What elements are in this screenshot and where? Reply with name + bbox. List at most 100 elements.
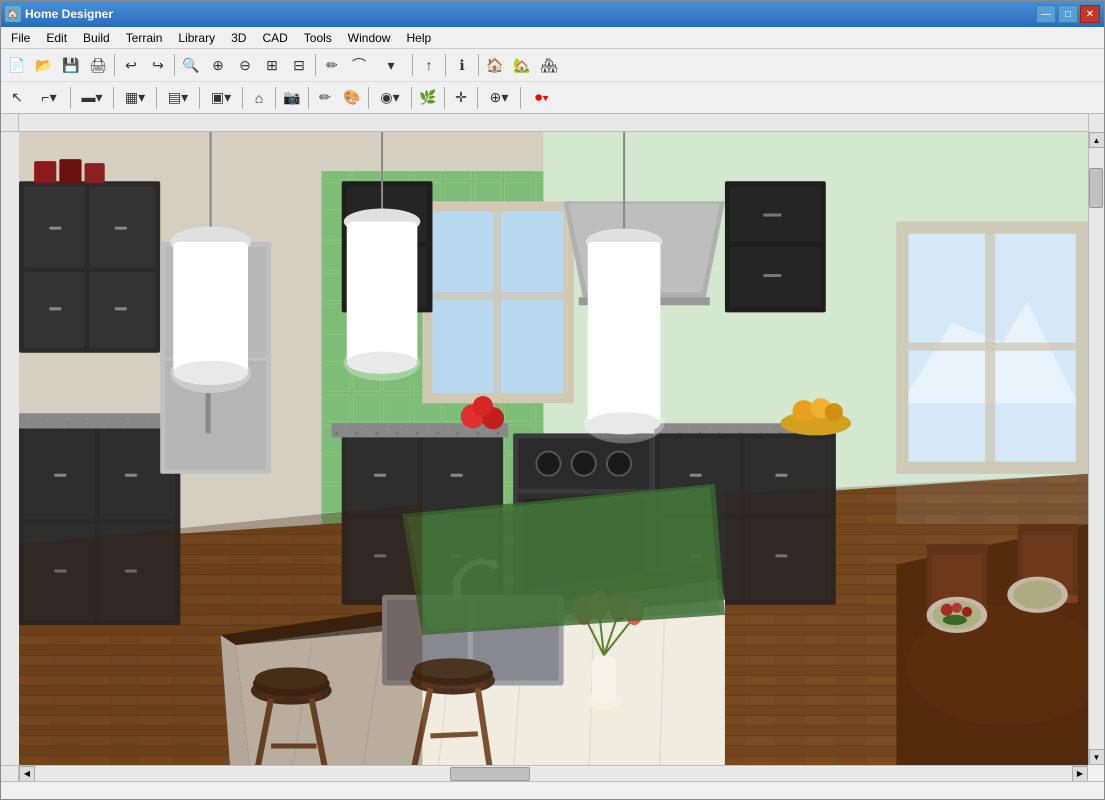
select-tool[interactable]: ↖: [4, 85, 30, 111]
ruler-horizontal: /* ruler ticks */: [19, 114, 1088, 132]
menu-bar: File Edit Build Terrain Library 3D CAD T…: [1, 27, 1104, 49]
ruler-top-right: [1088, 114, 1104, 132]
scroll-up-button[interactable]: ▲: [1089, 132, 1105, 148]
zoom-in-button[interactable]: ⊕: [205, 52, 231, 78]
menu-edit[interactable]: Edit: [38, 29, 75, 47]
arc-button[interactable]: ⌒: [346, 52, 372, 78]
window-controls: — □ ✕: [1036, 5, 1100, 23]
wall-tool[interactable]: ▬▾: [74, 85, 110, 111]
move-tool[interactable]: ✛: [448, 85, 474, 111]
toolbar-container: 📄 📂 💾 🖨 ↩ ↪ 🔍 ⊕ ⊖ ⊞ ⊟ ✏ ⌒ ▾ ↑ ℹ 🏠 🏡 🏘: [1, 49, 1104, 114]
zoom-find-button[interactable]: 🔍: [178, 52, 204, 78]
close-button[interactable]: ✕: [1080, 5, 1100, 23]
scroll-h-track[interactable]: [35, 767, 1072, 781]
sep8: [113, 87, 114, 109]
door-tool[interactable]: ▤▾: [160, 85, 196, 111]
ruler-h-svg: /* ruler ticks */: [19, 114, 1088, 132]
sep5: [445, 54, 446, 76]
main-content: /* ruler ticks */: [1, 114, 1104, 799]
materials-tool[interactable]: ◉▾: [372, 85, 408, 111]
menu-help[interactable]: Help: [398, 29, 439, 47]
menu-window[interactable]: Window: [340, 29, 399, 47]
scroll-h-thumb[interactable]: [450, 767, 530, 781]
toolbar-2: ↖ ⌐▾ ▬▾ ▦▾ ▤▾ ▣▾ ⌂ 📷 ✏ 🎨 ◉▾ 🌿 ✛ ⊕▾: [1, 81, 1104, 113]
scrollbar-corner: [1088, 765, 1104, 781]
scroll-down-button[interactable]: ▼: [1089, 749, 1105, 765]
canvas-area: /* ruler ticks */: [1, 114, 1104, 781]
transform-tool[interactable]: ⊕▾: [481, 85, 517, 111]
plant-tool[interactable]: 🌿: [415, 85, 441, 111]
sep3: [315, 54, 316, 76]
main-window: 🏠 Home Designer — □ ✕ File Edit Build Te…: [0, 0, 1105, 800]
zoom-out-button[interactable]: ⊖: [232, 52, 258, 78]
print-button[interactable]: 🖨: [85, 52, 111, 78]
ruler-vertical: [1, 132, 19, 765]
menu-3d[interactable]: 3D: [223, 29, 254, 47]
sep12: [275, 87, 276, 109]
info-button[interactable]: ℹ: [449, 52, 475, 78]
sep18: [520, 87, 521, 109]
scroll-left-button[interactable]: ◀: [19, 766, 35, 782]
window-tool-btn[interactable]: ▣▾: [203, 85, 239, 111]
menu-cad[interactable]: CAD: [254, 29, 295, 47]
scroll-right-button[interactable]: ▶: [1072, 766, 1088, 782]
sep13: [308, 87, 309, 109]
record-tool[interactable]: ⏺▾: [524, 85, 560, 111]
menu-tools[interactable]: Tools: [296, 29, 340, 47]
sep4: [412, 54, 413, 76]
menu-terrain[interactable]: Terrain: [118, 29, 171, 47]
sep1: [114, 54, 115, 76]
stairs-tool[interactable]: ⌂: [246, 85, 272, 111]
paint-tool[interactable]: ✏: [312, 85, 338, 111]
sep6: [478, 54, 479, 76]
menu-build[interactable]: Build: [75, 29, 118, 47]
sep15: [411, 87, 412, 109]
scroll-v-track[interactable]: [1089, 148, 1104, 749]
app-icon: 🏠: [5, 6, 21, 22]
ruler-bottom-left: [1, 765, 19, 781]
maximize-button[interactable]: □: [1058, 5, 1078, 23]
canvas-row: ▲ ▼: [1, 132, 1104, 765]
scroll-v-thumb[interactable]: [1089, 168, 1103, 208]
sep10: [199, 87, 200, 109]
menu-file[interactable]: File: [3, 29, 38, 47]
window-title: Home Designer: [25, 7, 1036, 21]
sep9: [156, 87, 157, 109]
sep11: [242, 87, 243, 109]
sep14: [368, 87, 369, 109]
markup-button[interactable]: ✏: [319, 52, 345, 78]
house2-button[interactable]: 🏡: [509, 52, 535, 78]
zoom-fit-button[interactable]: ⊞: [259, 52, 285, 78]
sep2: [174, 54, 175, 76]
ruler-corner: [1, 114, 19, 132]
save-button[interactable]: 💾: [58, 52, 84, 78]
menu-library[interactable]: Library: [170, 29, 223, 47]
undo-button[interactable]: ↩: [118, 52, 144, 78]
title-bar: 🏠 Home Designer — □ ✕: [1, 1, 1104, 27]
dropdown-button1[interactable]: ▾: [373, 52, 409, 78]
canvas-viewport[interactable]: [19, 132, 1088, 765]
camera-tool[interactable]: 📷: [279, 85, 305, 111]
sep7: [70, 87, 71, 109]
minimize-button[interactable]: —: [1036, 5, 1056, 23]
ruler-row: /* ruler ticks */: [1, 114, 1104, 132]
scrollbar-vertical[interactable]: ▲ ▼: [1088, 132, 1104, 765]
texture-tool[interactable]: 🎨: [339, 85, 365, 111]
house3-button[interactable]: 🏘: [536, 52, 562, 78]
scrollbar-horizontal[interactable]: ◀ ▶: [19, 765, 1088, 781]
sep17: [477, 87, 478, 109]
redo-button[interactable]: ↪: [145, 52, 171, 78]
sep16: [444, 87, 445, 109]
open-button[interactable]: 📂: [31, 52, 57, 78]
kitchen-scene: [19, 132, 1088, 765]
status-bar: [1, 781, 1104, 799]
house-button[interactable]: 🏠: [482, 52, 508, 78]
cabinet-tool[interactable]: ▦▾: [117, 85, 153, 111]
ruler-v-svg: [1, 132, 19, 765]
up-arrow-button[interactable]: ↑: [416, 52, 442, 78]
toolbar-1: 📄 📂 💾 🖨 ↩ ↪ 🔍 ⊕ ⊖ ⊞ ⊟ ✏ ⌒ ▾ ↑ ℹ 🏠 🏡 🏘: [1, 49, 1104, 81]
scrollbar-h-row: ◀ ▶: [1, 765, 1104, 781]
zoom-window-button[interactable]: ⊟: [286, 52, 312, 78]
new-button[interactable]: 📄: [4, 52, 30, 78]
polyline-tool[interactable]: ⌐▾: [31, 85, 67, 111]
